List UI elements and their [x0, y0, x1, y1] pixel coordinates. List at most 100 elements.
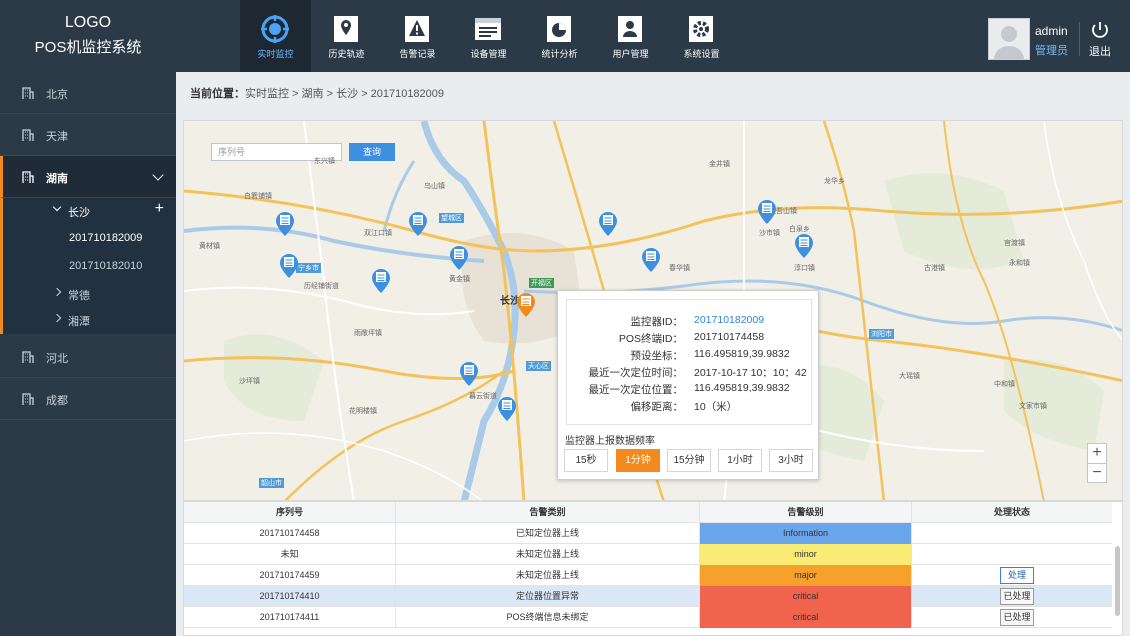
- nav-label: 告警记录: [399, 49, 436, 59]
- info-value: 116.495819,39.9832: [694, 382, 790, 394]
- submenu-xiangtan[interactable]: 湘潭: [3, 307, 176, 333]
- pos-marker[interactable]: [756, 197, 778, 225]
- place-label: 官渡镇: [1004, 240, 1025, 247]
- serial-cell: 201710174459: [184, 565, 396, 586]
- freq-option-1h[interactable]: 1小时: [718, 449, 762, 472]
- sidebar-item-hunan[interactable]: 湖南: [0, 156, 176, 198]
- pos-marker[interactable]: [274, 209, 296, 237]
- target-icon: [261, 15, 289, 43]
- place-label: 春华镇: [669, 265, 690, 272]
- submenu-changde[interactable]: 常德: [3, 281, 176, 307]
- building-icon: [22, 87, 34, 99]
- logo: LOGO POS机监控系统: [0, 0, 176, 72]
- sidebar-item-label: 成都: [46, 395, 68, 407]
- info-value: 10（米）: [694, 401, 738, 413]
- alarm-table: 序列号 告警类别 告警级别 处理状态 201710174458 已知定位器上线 …: [183, 501, 1123, 636]
- submenu-label: 201710182009: [69, 232, 143, 244]
- submenu-label: 201710182010: [69, 260, 143, 272]
- sidebar-item-tianjin[interactable]: 天津: [0, 114, 176, 156]
- pos-marker[interactable]: [278, 251, 300, 279]
- nav-realtime-monitor[interactable]: 实时监控: [240, 0, 311, 72]
- place-label: 乌山镇: [424, 183, 445, 190]
- freq-option-3h[interactable]: 3小时: [769, 449, 813, 472]
- nav-label: 系统设置: [683, 49, 720, 59]
- place-label: 沙市镇: [759, 230, 780, 237]
- logout-button[interactable]: 退出: [1082, 20, 1118, 60]
- header-divider: [1079, 22, 1080, 56]
- column-header: 告警类别: [396, 502, 700, 523]
- add-icon[interactable]: +: [155, 200, 164, 218]
- user-name: admin: [1035, 24, 1068, 38]
- submenu-changsha[interactable]: 长沙 +: [3, 198, 176, 224]
- place-label: 雨敞坪镇: [354, 330, 382, 337]
- district-label: 天心区: [526, 361, 551, 371]
- place-label: 永和镇: [1009, 260, 1030, 267]
- zoom-out-button[interactable]: −: [1088, 463, 1106, 482]
- selected-pos-marker[interactable]: [515, 290, 537, 318]
- nav-label: 用户管理: [612, 49, 649, 59]
- nav-user-management[interactable]: 用户管理: [595, 0, 666, 72]
- type-cell: 已知定位器上线: [396, 523, 700, 544]
- freq-option-15s[interactable]: 15秒: [564, 449, 608, 472]
- sidebar-item-hebei[interactable]: 河北: [0, 336, 176, 378]
- place-label: 沙坪镇: [239, 378, 260, 385]
- user-avatar-icon: [994, 26, 1024, 59]
- nav-system-settings[interactable]: 系统设置: [666, 0, 737, 72]
- place-label: 大瑶镇: [899, 373, 920, 380]
- table-row[interactable]: 201710174458 已知定位器上线 Information: [184, 523, 1112, 544]
- place-label: 花明楼镇: [349, 408, 377, 415]
- nav-label: 设备管理: [470, 49, 507, 59]
- pos-marker[interactable]: [793, 231, 815, 259]
- app-title: POS机监控系统: [34, 39, 142, 56]
- user-role: 管理员: [1035, 45, 1068, 57]
- pos-marker[interactable]: [597, 209, 619, 237]
- level-cell: Information: [700, 523, 912, 544]
- submenu-leaf-selected[interactable]: 201710182009: [3, 226, 176, 252]
- level-cell: minor: [700, 544, 912, 565]
- info-key: 偏移距离：: [630, 401, 684, 413]
- info-row: 最近一次定位位置： 116.495819,39.9832: [567, 382, 813, 399]
- settings-icon: [689, 16, 713, 42]
- table-row[interactable]: 201710174459 未知定位器上线 major 处理: [184, 565, 1112, 586]
- avatar[interactable]: [988, 18, 1030, 60]
- pos-marker[interactable]: [370, 266, 392, 294]
- nav-history-track[interactable]: 历史轨迹: [311, 0, 382, 72]
- place-label: 东兴镇: [314, 158, 335, 165]
- level-cell: critical: [700, 607, 912, 628]
- query-button[interactable]: 查询: [349, 143, 395, 161]
- table-row[interactable]: 201710174410 定位器位置异常 critical 已处理: [184, 586, 1112, 607]
- freq-option-15min[interactable]: 15分钟: [667, 449, 711, 472]
- monitor-id-link[interactable]: 201710182009: [694, 314, 764, 326]
- district-label: 韶山市: [259, 478, 284, 488]
- info-row: 预设坐标： 116.495819,39.9832: [567, 348, 813, 365]
- main-nav: 实时监控 历史轨迹 告警记录 设备管理 统计分析 用户管理 系统设置: [240, 0, 737, 72]
- type-cell: POS终端信息未绑定: [396, 607, 700, 628]
- table-row[interactable]: 201710174411 POS终端信息未绑定 critical 已处理: [184, 607, 1112, 628]
- pos-marker[interactable]: [496, 394, 518, 422]
- sidebar-item-chengdu[interactable]: 成都: [0, 378, 176, 420]
- zoom-in-button[interactable]: +: [1088, 444, 1106, 463]
- breadcrumb-path[interactable]: 实时监控 > 湖南 > 长沙 > 201710182009: [245, 88, 444, 100]
- freq-option-1min[interactable]: 1分钟: [616, 449, 660, 472]
- submenu-leaf[interactable]: 201710182010: [3, 254, 176, 280]
- table-scrollbar[interactable]: [1115, 546, 1120, 616]
- handled-button[interactable]: 已处理: [1000, 609, 1034, 626]
- frequency-title: 监控器上报数据频率: [565, 436, 655, 447]
- zoom-control: + −: [1087, 443, 1107, 483]
- handle-button[interactable]: 处理: [1000, 567, 1034, 584]
- sidebar-item-beijing[interactable]: 北京: [0, 72, 176, 114]
- place-label: 暮云街道: [469, 393, 497, 400]
- pos-marker[interactable]: [407, 209, 429, 237]
- handled-button[interactable]: 已处理: [1000, 588, 1034, 605]
- user-icon: [618, 16, 642, 42]
- submenu-label: 常德: [68, 290, 90, 302]
- level-cell: major: [700, 565, 912, 586]
- district-label: 望城区: [439, 213, 464, 223]
- nav-alarm-records[interactable]: 告警记录: [382, 0, 453, 72]
- pos-marker[interactable]: [640, 245, 662, 273]
- pos-marker[interactable]: [458, 359, 480, 387]
- nav-device-management[interactable]: 设备管理: [453, 0, 524, 72]
- nav-statistics[interactable]: 统计分析: [524, 0, 595, 72]
- pos-marker[interactable]: [448, 243, 470, 271]
- table-row[interactable]: 未知 未知定位器上线 minor: [184, 544, 1112, 565]
